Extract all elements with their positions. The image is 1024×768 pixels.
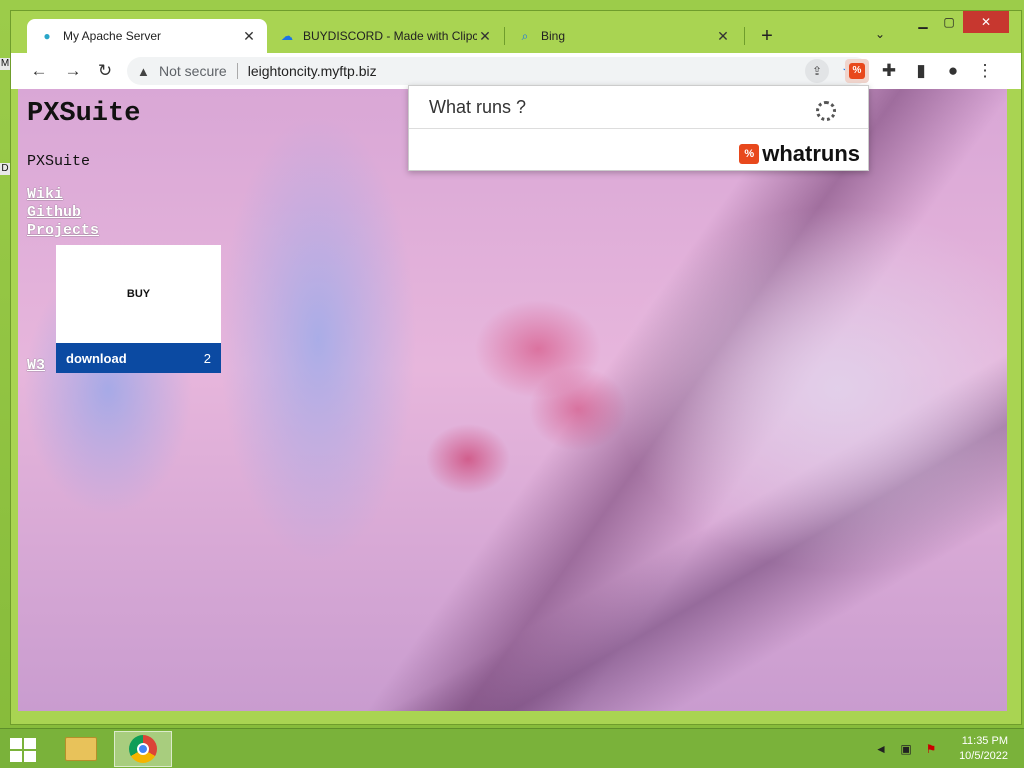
windows-logo-icon <box>24 751 36 762</box>
clock-date: 10/5/2022 <box>959 750 1008 762</box>
loading-spinner-icon <box>816 101 836 121</box>
link-github[interactable]: Github <box>27 204 140 222</box>
warning-icon[interactable]: ▲ <box>137 64 155 79</box>
menu-icon[interactable]: ⋮ <box>973 59 997 83</box>
browser-toolbar: ← → ↻ ▲ Not secure leightoncity.myftp.bi… <box>11 53 1021 89</box>
buy-card: BUY download 2 <box>56 245 221 373</box>
close-icon[interactable]: ✕ <box>241 28 257 45</box>
popup-title: What runs ? <box>429 97 527 117</box>
share-icon[interactable]: ⇪ <box>805 59 829 83</box>
nav-links: Wiki Github Projects <box>27 186 140 240</box>
network-icon[interactable]: ▣ <box>899 742 913 756</box>
action-center-icon[interactable]: ⚑ <box>924 742 938 756</box>
profile-icon[interactable]: ● <box>941 59 965 83</box>
download-button[interactable]: download 2 <box>56 343 221 373</box>
windows-logo-icon <box>10 738 22 749</box>
desktop-edge-label: D <box>0 163 10 175</box>
page-content: PXSuite PXSuite Wiki Github Projects W3 … <box>18 89 1007 711</box>
globe-icon: ● <box>43 29 51 43</box>
taskbar-chrome[interactable] <box>114 731 172 767</box>
reload-icon[interactable]: ↻ <box>93 59 117 83</box>
minimize-icon[interactable]: ▁ <box>911 11 935 33</box>
tab-title: My Apache Server <box>63 29 162 43</box>
taskbar-file-explorer[interactable] <box>52 731 110 767</box>
popup-divider <box>409 128 868 129</box>
tab-title: BUYDISCORD - Made with Clipc <box>303 29 477 43</box>
tab-title: Bing <box>541 29 566 43</box>
chrome-icon <box>129 735 157 763</box>
whatruns-extension-button[interactable]: % <box>845 59 869 83</box>
page-subtitle: PXSuite <box>27 153 91 170</box>
buy-button[interactable]: BUY <box>56 245 221 343</box>
link-w3[interactable]: W3 <box>27 357 45 374</box>
tab-bing[interactable]: ⌕ Bing ✕ <box>505 19 741 53</box>
address-bar[interactable]: ▲ Not secure leightoncity.myftp.biz ⇪ ★ <box>127 57 869 85</box>
file-explorer-icon <box>65 737 97 761</box>
link-projects[interactable]: Projects <box>27 222 140 240</box>
cloud-icon: ☁ <box>281 29 293 43</box>
whatruns-icon: % <box>849 63 865 79</box>
side-panel-icon[interactable]: ▮ <box>909 59 933 83</box>
page-title: PXSuite <box>27 99 141 129</box>
tab-separator <box>744 27 745 45</box>
link-wiki[interactable]: Wiki <box>27 186 140 204</box>
search-icon: ⌕ <box>521 28 529 43</box>
url-text[interactable]: leightoncity.myftp.biz <box>248 63 377 79</box>
download-label: download <box>66 350 127 366</box>
new-tab-button[interactable]: + <box>755 25 779 49</box>
tab-buydiscord[interactable]: ☁ BUYDISCORD - Made with Clipc ✕ <box>267 19 503 53</box>
windows-logo-icon <box>10 751 22 762</box>
brand-text: whatruns <box>762 141 860 166</box>
clock-time: 11:35 PM <box>961 735 1008 747</box>
tab-strip: ● My Apache Server ✕ ☁ BUYDISCORD - Made… <box>11 11 1021 53</box>
close-icon[interactable]: ✕ <box>477 28 493 45</box>
security-label[interactable]: Not secure <box>159 63 227 79</box>
extensions-icon[interactable]: ✚ <box>877 59 901 83</box>
whatruns-logo-icon: % <box>739 144 760 164</box>
page-body: PXSuite PXSuite Wiki Github Projects <box>27 95 140 240</box>
volume-muted-icon[interactable]: ◄ <box>874 742 888 756</box>
forward-icon[interactable]: → <box>61 59 85 83</box>
close-window-button[interactable]: ✕ <box>963 11 1009 33</box>
back-icon[interactable]: ← <box>27 59 51 83</box>
maximize-icon[interactable]: ▢ <box>937 11 961 33</box>
address-divider <box>236 63 238 79</box>
chevron-down-icon[interactable]: ⌄ <box>875 27 885 41</box>
clock[interactable]: 11:35 PM 10/5/2022 <box>959 734 1008 764</box>
whatruns-logo[interactable]: % whatruns <box>739 141 860 167</box>
tab-my-apache-server[interactable]: ● My Apache Server ✕ <box>27 19 267 53</box>
taskbar: ◄ ▣ ⚑ 11:35 PM 10/5/2022 <box>0 728 1024 768</box>
desktop-edge-label: M <box>0 58 10 70</box>
start-button[interactable] <box>10 738 38 762</box>
download-count: 2 <box>203 350 211 366</box>
close-icon[interactable]: ✕ <box>715 28 731 45</box>
whatruns-popup: What runs ? % whatruns <box>408 85 869 171</box>
windows-logo-icon <box>24 738 36 749</box>
